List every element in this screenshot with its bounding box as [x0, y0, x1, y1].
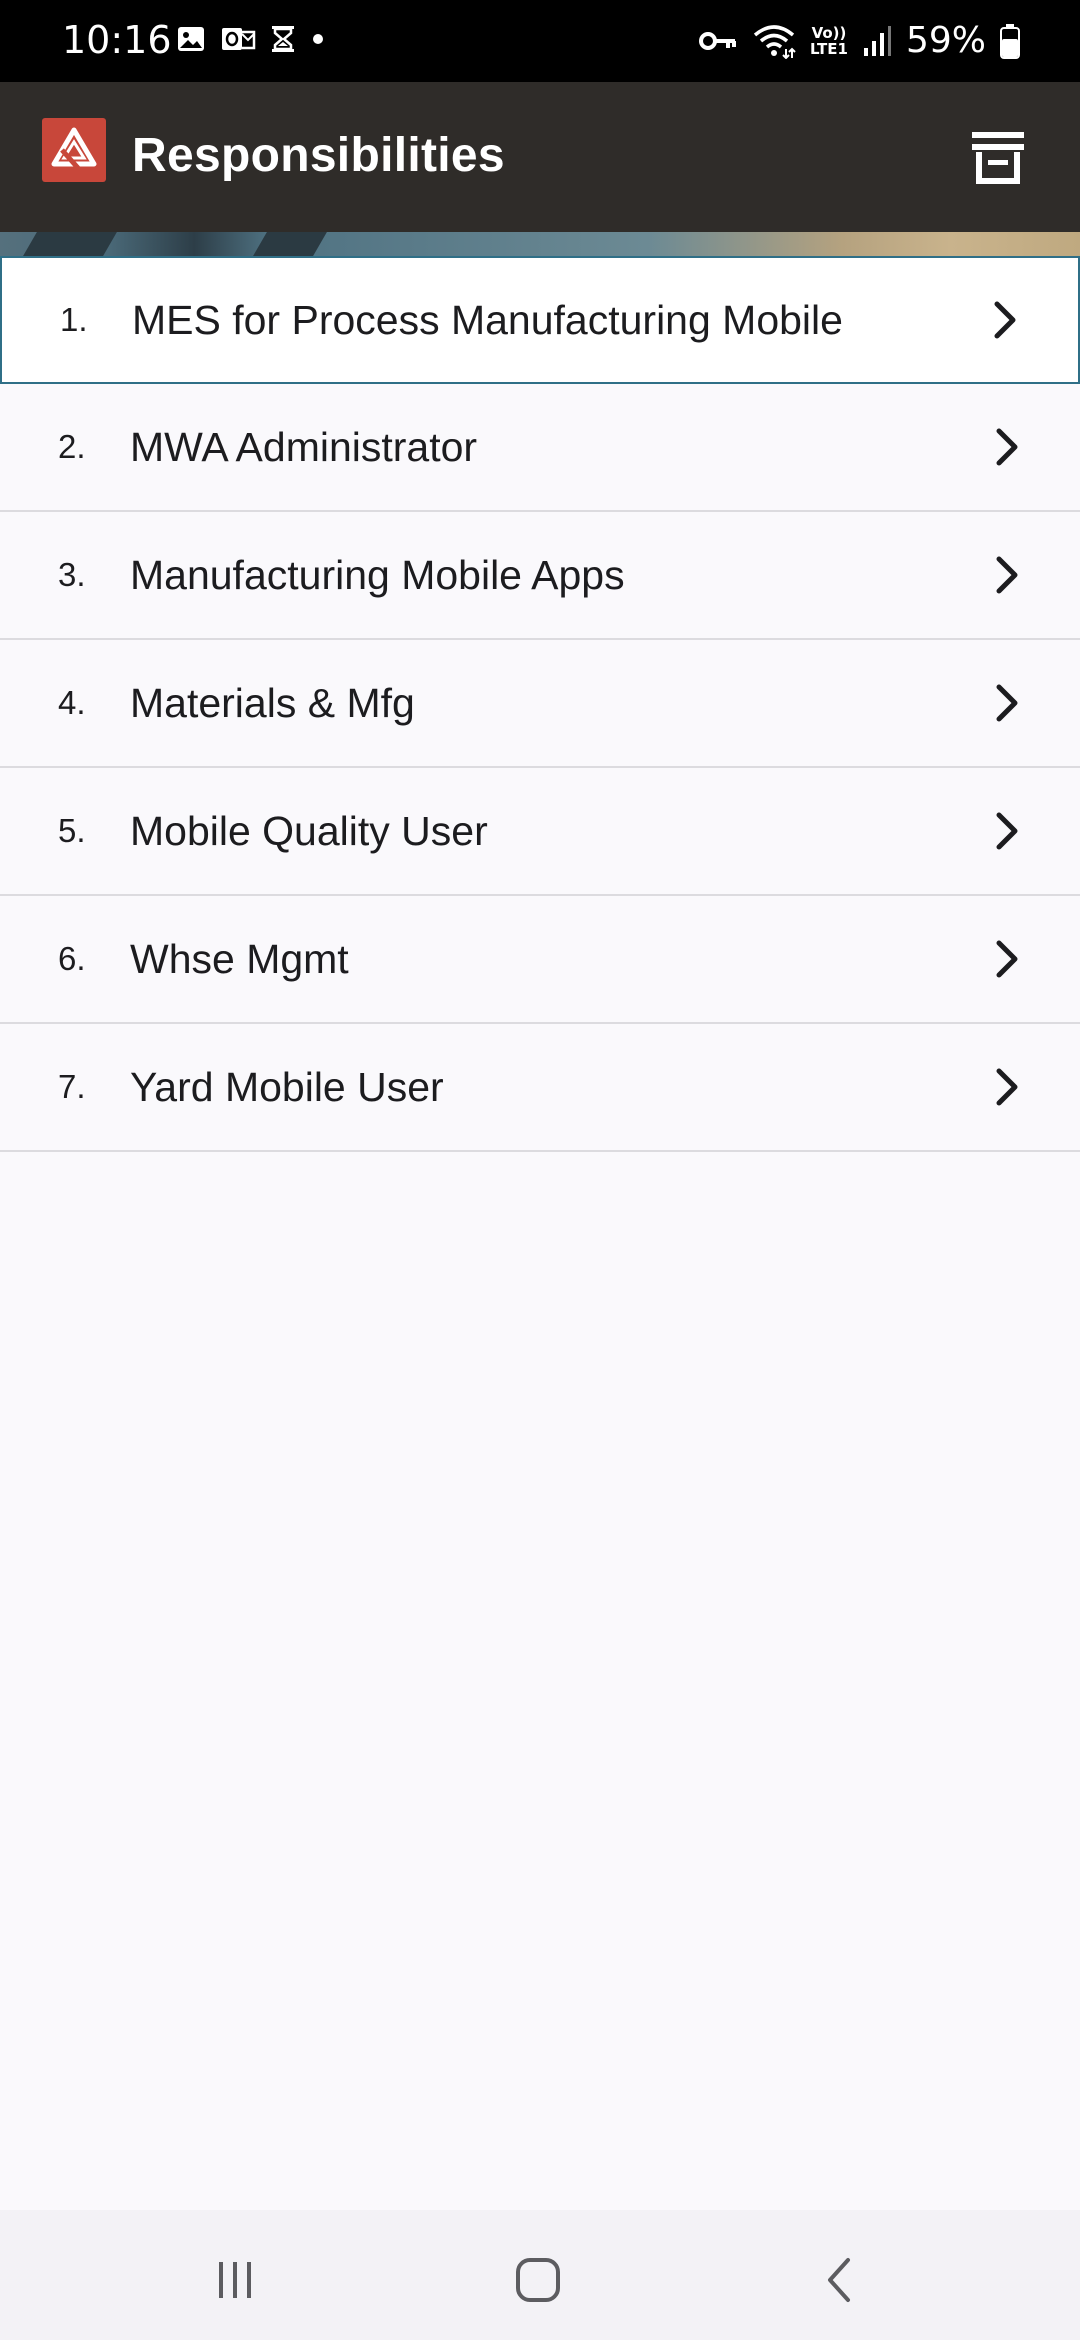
- chevron-right-icon: [996, 556, 1018, 594]
- chevron-right-icon: [996, 940, 1018, 978]
- responsibility-row[interactable]: 7. Yard Mobile User: [0, 1024, 1080, 1152]
- notification-icons: [176, 24, 326, 54]
- hourglass-icon: [272, 26, 294, 52]
- chevron-right-icon: [996, 812, 1018, 850]
- responsibility-row[interactable]: 6. Whse Mgmt: [0, 896, 1080, 1024]
- signal-icon: [863, 26, 891, 56]
- back-button[interactable]: [810, 2250, 870, 2310]
- row-label: Mobile Quality User: [130, 808, 488, 854]
- chevron-right-icon: [994, 301, 1016, 339]
- back-icon: [828, 2258, 850, 2302]
- status-bar: 10:16 Vo)) LTE1 59%: [0, 0, 1080, 82]
- row-label: Yard Mobile User: [130, 1064, 444, 1110]
- responsibility-row[interactable]: 4. Materials & Mfg: [0, 640, 1080, 768]
- row-number: 2.: [58, 428, 86, 465]
- volte-label-top: Vo)): [811, 24, 847, 42]
- row-number: 7.: [58, 1068, 86, 1105]
- system-navigation-bar: [0, 2210, 1080, 2340]
- app-bar: Responsibilities: [0, 82, 1080, 232]
- responsibility-row[interactable]: 2. MWA Administrator: [0, 384, 1080, 512]
- system-status: Vo)) LTE1 59%: [698, 18, 1020, 64]
- row-number: 3.: [58, 556, 86, 593]
- dot-icon: [313, 34, 323, 44]
- responsibility-row[interactable]: 1. MES for Process Manufacturing Mobile: [0, 256, 1080, 384]
- home-button[interactable]: [508, 2250, 568, 2310]
- row-number: 5.: [58, 812, 86, 849]
- row-label: MWA Administrator: [130, 424, 478, 470]
- row-label: Manufacturing Mobile Apps: [130, 552, 625, 598]
- vpn-key-icon: [698, 32, 736, 50]
- volte-icon: Vo)) LTE1: [810, 25, 848, 57]
- battery-percent: 59%: [905, 20, 986, 61]
- header-banner-image: [0, 232, 1080, 256]
- wifi-icon: [753, 25, 796, 59]
- responsibility-row[interactable]: 5. Mobile Quality User: [0, 768, 1080, 896]
- responsibilities-list: 1. MES for Process Manufacturing Mobile 2.…: [0, 256, 1080, 1152]
- row-label: Materials & Mfg: [130, 680, 415, 726]
- oracle-logo-icon: [51, 127, 97, 170]
- status-time: 10:16: [62, 18, 172, 62]
- app-logo: [42, 118, 106, 182]
- chevron-right-icon: [996, 428, 1018, 466]
- recents-icon: [219, 2262, 251, 2298]
- row-number: 1.: [60, 301, 88, 338]
- chevron-right-icon: [996, 1068, 1018, 1106]
- menu-button[interactable]: [968, 128, 1028, 188]
- page-title: Responsibilities: [132, 129, 505, 182]
- recents-button[interactable]: [205, 2250, 265, 2310]
- battery-icon: [1000, 24, 1020, 59]
- home-icon: [516, 2258, 560, 2302]
- outlook-icon: [222, 28, 256, 50]
- chevron-right-icon: [996, 684, 1018, 722]
- responsibility-row[interactable]: 3. Manufacturing Mobile Apps: [0, 512, 1080, 640]
- row-label: Whse Mgmt: [130, 936, 349, 982]
- image-icon: [178, 27, 204, 51]
- row-label: MES for Process Manufacturing Mobile: [132, 297, 843, 343]
- row-number: 4.: [58, 684, 86, 721]
- row-number: 6.: [58, 940, 86, 977]
- archive-menu-icon: [972, 132, 1024, 184]
- volte-label-bottom: LTE1: [809, 40, 848, 58]
